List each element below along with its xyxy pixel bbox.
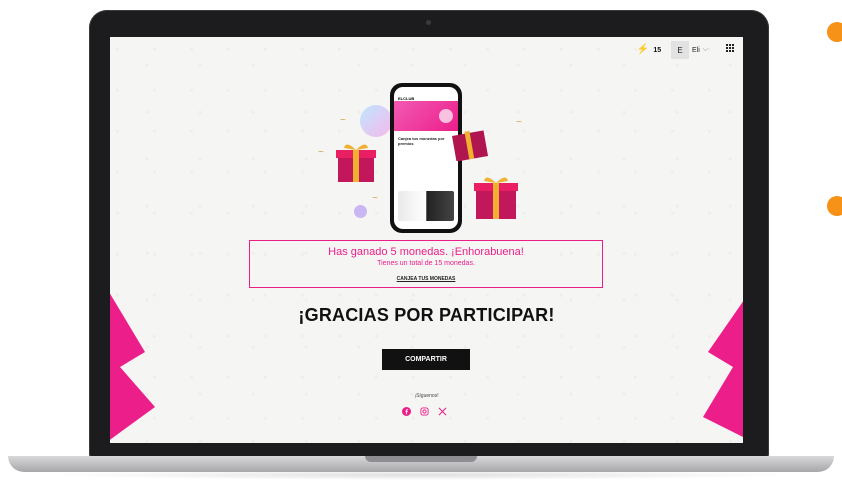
brush-right-decor (703, 301, 743, 437)
phone-brand: ELCLUB (398, 96, 415, 101)
avatar: E (671, 41, 689, 59)
app-screen: ⚡ 15 E Eli ⌵ ELCLUB Canjea tus monedas p… (110, 37, 743, 443)
camera-dot (426, 20, 431, 25)
confetti-decor: ~ (340, 115, 346, 126)
laptop-notch (365, 456, 477, 462)
user-name: Eli (692, 46, 700, 54)
phone-products-image (398, 191, 454, 221)
result-box: Has ganado 5 monedas. ¡Enhorabuena! Tien… (249, 240, 603, 288)
phone-screen: ELCLUB Canjea tus monedas por premios (394, 87, 458, 229)
decor-bubble (354, 205, 367, 218)
confetti-decor: ~ (372, 193, 378, 204)
thanks-heading: ¡GRACIAS POR PARTICIPAR! (298, 305, 555, 325)
phone-hero (394, 101, 458, 131)
apps-grid-icon[interactable] (726, 44, 735, 53)
social-links (402, 407, 447, 416)
gift-icon (474, 177, 518, 219)
share-button[interactable]: COMPARTIR (382, 349, 470, 370)
decor-dot-middle (827, 196, 842, 216)
confetti-decor: ~ (318, 147, 324, 158)
coins-value: 15 (653, 46, 662, 54)
result-title: Has ganado 5 monedas. ¡Enhorabuena! (328, 246, 524, 258)
phone-headline: Canjea tus monedas por premios (398, 136, 445, 146)
coins-counter[interactable]: ⚡ 15 (632, 41, 666, 59)
gift-icon (451, 130, 489, 161)
confetti-decor: ~ (516, 117, 522, 128)
gift-icon (336, 144, 376, 182)
chevron-down-icon: ⌵ (702, 46, 709, 53)
decor-dot-top (827, 22, 842, 42)
x-icon[interactable] (438, 407, 447, 416)
facebook-icon[interactable] (402, 407, 411, 416)
instagram-icon[interactable] (420, 407, 429, 416)
follow-label: ¡Síguenos! (414, 393, 439, 399)
decor-bubble (360, 105, 392, 137)
brush-left-decor (110, 293, 155, 440)
bolt-icon: ⚡ (636, 44, 650, 55)
user-menu[interactable]: E Eli ⌵ (671, 41, 708, 59)
redeem-coins-link[interactable]: CANJEA TUS MONEDAS (397, 276, 456, 282)
result-subtitle: Tienes un total de 15 monedas. (377, 260, 475, 267)
